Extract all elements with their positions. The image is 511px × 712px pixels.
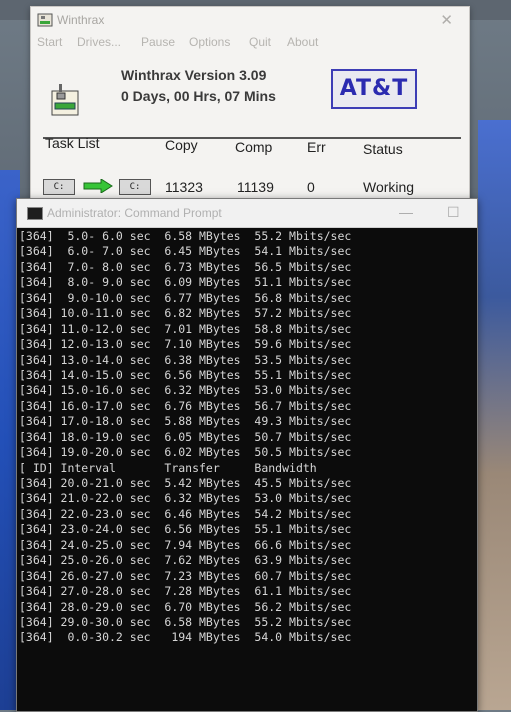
- source-drive: C:: [43, 179, 75, 195]
- console-line: [364] 17.0-18.0 sec 5.88 MBytes 49.3 Mbi…: [19, 414, 352, 429]
- console-line: [364] 25.0-26.0 sec 7.62 MBytes 63.9 Mbi…: [19, 553, 352, 568]
- desktop-wallpaper-right: [478, 120, 511, 710]
- winthrax-app-icon: [37, 13, 53, 27]
- console-line: [ ID] Interval Transfer Bandwidth: [19, 460, 317, 475]
- console-line: [364] 10.0-11.0 sec 6.82 MBytes 57.2 Mbi…: [19, 306, 352, 321]
- version-label: Winthrax Version 3.09: [121, 67, 267, 83]
- console-line: [364] 19.0-20.0 sec 6.02 MBytes 50.5 Mbi…: [19, 445, 352, 460]
- menu-start[interactable]: Start: [37, 35, 62, 49]
- console-line: [364] 18.0-19.0 sec 6.05 MBytes 50.7 Mbi…: [19, 429, 352, 444]
- console-line: [364] 14.0-15.0 sec 6.56 MBytes 55.1 Mbi…: [19, 367, 352, 382]
- menu-drives[interactable]: Drives...: [77, 35, 121, 49]
- menu-quit[interactable]: Quit: [249, 35, 271, 49]
- cmd-titlebar[interactable]: Administrator: Command Prompt — ☐: [17, 199, 477, 228]
- console-line: [364] 7.0- 8.0 sec 6.73 MBytes 56.5 Mbit…: [19, 259, 352, 274]
- column-task-list: Task List: [45, 135, 100, 151]
- arrow-right-icon: [83, 179, 113, 193]
- winthrax-menubar: Start Drives... Pause Options Quit About: [31, 33, 469, 53]
- close-icon[interactable]: ✕: [440, 11, 453, 29]
- column-err: Err: [307, 139, 326, 155]
- console-line: [364] 21.0-22.0 sec 6.32 MBytes 53.0 Mbi…: [19, 491, 352, 506]
- winthrax-titlebar[interactable]: Winthrax ✕: [31, 7, 469, 33]
- console-line: [364] 24.0-25.0 sec 7.94 MBytes 66.6 Mbi…: [19, 537, 352, 552]
- task-status: Working: [363, 179, 415, 195]
- winthrax-title: Winthrax: [57, 13, 105, 27]
- cmd-app-icon: [27, 207, 43, 220]
- console-line: [364] 29.0-30.0 sec 6.58 MBytes 55.2 Mbi…: [19, 614, 352, 629]
- maximize-icon[interactable]: ☐: [447, 204, 460, 221]
- console-line: [364] 16.0-17.0 sec 6.76 MBytes 56.7 Mbi…: [19, 398, 352, 413]
- console-line: [364] 22.0-23.0 sec 6.46 MBytes 54.2 Mbi…: [19, 506, 352, 521]
- menu-pause[interactable]: Pause: [141, 35, 175, 49]
- console-line: [364] 20.0-21.0 sec 5.42 MBytes 45.5 Mbi…: [19, 476, 352, 490]
- uptime-label: 0 Days, 00 Hrs, 07 Mins: [121, 88, 276, 104]
- comp-count: 11139: [237, 179, 274, 195]
- program-icon: [51, 84, 79, 116]
- console-line: [364] 0.0-30.2 sec 194 MBytes 54.0 Mbits…: [19, 630, 352, 645]
- minimize-icon[interactable]: —: [399, 204, 413, 220]
- console-line: [364] 13.0-14.0 sec 6.38 MBytes 53.5 Mbi…: [19, 352, 352, 367]
- err-count: 0: [307, 179, 315, 195]
- console-output[interactable]: [364] 5.0- 6.0 sec 6.58 MBytes 55.2 Mbit…: [19, 229, 475, 709]
- console-line: [364] 28.0-29.0 sec 6.70 MBytes 56.2 Mbi…: [19, 599, 352, 614]
- console-line: [364] 27.0-28.0 sec 7.28 MBytes 61.1 Mbi…: [19, 584, 352, 599]
- console-line: [364] 6.0- 7.0 sec 6.45 MBytes 54.1 Mbit…: [19, 244, 352, 259]
- console-line: [364] 8.0- 9.0 sec 6.09 MBytes 51.1 Mbit…: [19, 275, 352, 290]
- att-logo: AT&T: [331, 69, 417, 109]
- console-line: [364] 9.0-10.0 sec 6.77 MBytes 56.8 Mbit…: [19, 290, 352, 305]
- console-line: [364] 5.0- 6.0 sec 6.58 MBytes 55.2 Mbit…: [19, 229, 352, 243]
- task-row[interactable]: C: C: 11323 11139 0 Working: [43, 179, 461, 199]
- destination-drive: C:: [119, 179, 151, 195]
- column-comp: Comp: [235, 139, 273, 155]
- console-line: [364] 12.0-13.0 sec 7.10 MBytes 59.6 Mbi…: [19, 337, 352, 352]
- console-line: [364] 26.0-27.0 sec 7.23 MBytes 60.7 Mbi…: [19, 568, 352, 583]
- copy-count: 11323: [165, 179, 203, 195]
- console-line: [364] 23.0-24.0 sec 6.56 MBytes 55.1 Mbi…: [19, 522, 352, 537]
- console-line: [364] 11.0-12.0 sec 7.01 MBytes 58.8 Mbi…: [19, 321, 352, 336]
- console-line: [364] 15.0-16.0 sec 6.32 MBytes 53.0 Mbi…: [19, 383, 352, 398]
- column-copy: Copy: [165, 137, 198, 153]
- column-status: Status: [363, 141, 403, 157]
- menu-about[interactable]: About: [287, 35, 318, 49]
- menu-options[interactable]: Options: [189, 35, 230, 49]
- cmd-title: Administrator: Command Prompt: [47, 206, 222, 220]
- winthrax-info-panel: Winthrax Version 3.09 0 Days, 00 Hrs, 07…: [41, 57, 459, 133]
- winthrax-window: Winthrax ✕ Start Drives... Pause Options…: [30, 6, 470, 200]
- command-prompt-window: Administrator: Command Prompt — ☐ [364] …: [16, 198, 478, 712]
